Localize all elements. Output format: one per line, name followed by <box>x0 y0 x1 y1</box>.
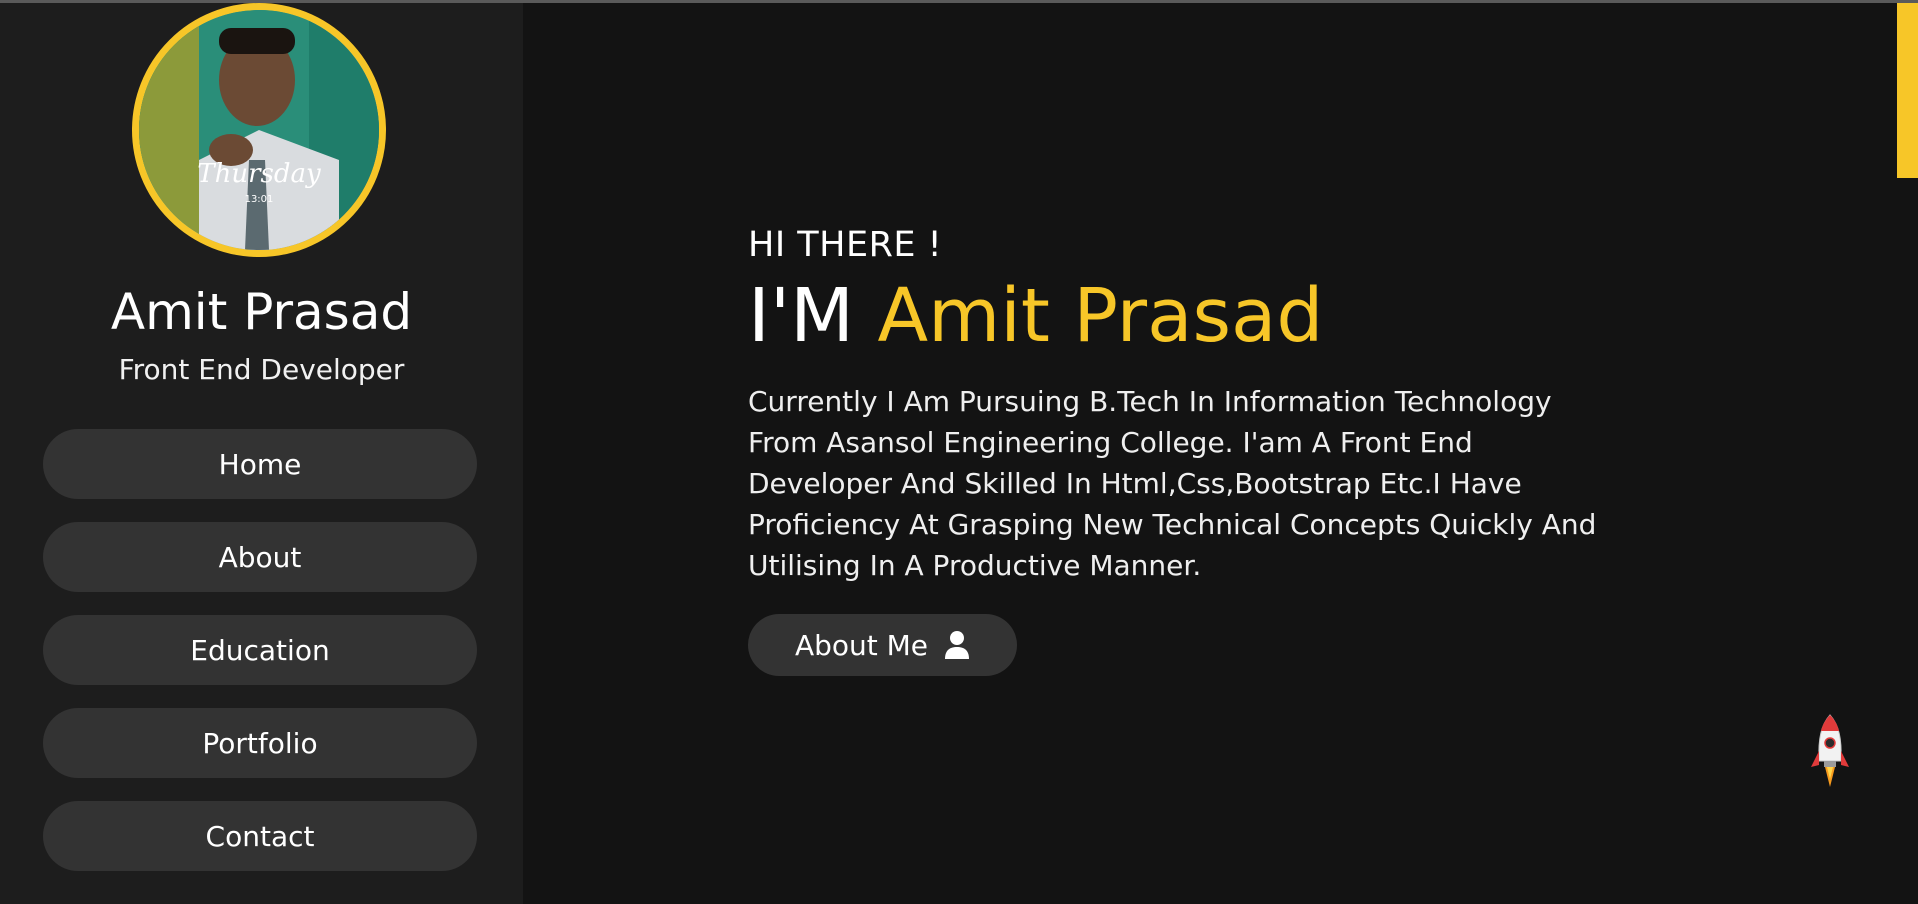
hero-name: Amit Prasad <box>877 273 1324 359</box>
profile-photo: Thursday 13:01 <box>139 10 379 250</box>
nav-item-contact[interactable]: Contact <box>43 801 477 871</box>
nav-item-education[interactable]: Education <box>43 615 477 685</box>
avatar-overlay-text: Thursday <box>197 159 321 189</box>
hero-greeting: HI THERE ! <box>748 225 943 265</box>
nav-item-home[interactable]: Home <box>43 429 477 499</box>
about-me-button-label: About Me <box>794 628 929 662</box>
sidebar: Thursday 13:01 Amit Prasad Front End Dev… <box>0 3 523 904</box>
nav-item-about[interactable]: About <box>43 522 477 592</box>
profile-name: Amit Prasad <box>110 283 413 341</box>
hero-headline: I'M Amit Prasad <box>748 271 1648 361</box>
scrollbar-thumb[interactable] <box>1897 3 1918 178</box>
back-to-top-button[interactable] <box>1809 713 1851 789</box>
sidebar-nav: Home About Education Portfolio Contact <box>43 429 477 894</box>
nav-item-portfolio[interactable]: Portfolio <box>43 708 477 778</box>
about-me-button[interactable]: About Me <box>748 614 1017 676</box>
user-icon <box>945 631 970 659</box>
hero-im-prefix: I'M <box>748 273 855 359</box>
rocket-icon <box>1811 714 1849 787</box>
avatar-overlay-time: 13:01 <box>245 194 274 205</box>
hero-bio: Currently I Am Pursuing B.Tech In Inform… <box>748 385 1597 582</box>
hero-section: HI THERE ! I'M Amit Prasad Currently I A… <box>748 225 1648 676</box>
avatar: Thursday 13:01 <box>132 3 386 257</box>
profile-role: Front End Developer <box>118 353 405 386</box>
